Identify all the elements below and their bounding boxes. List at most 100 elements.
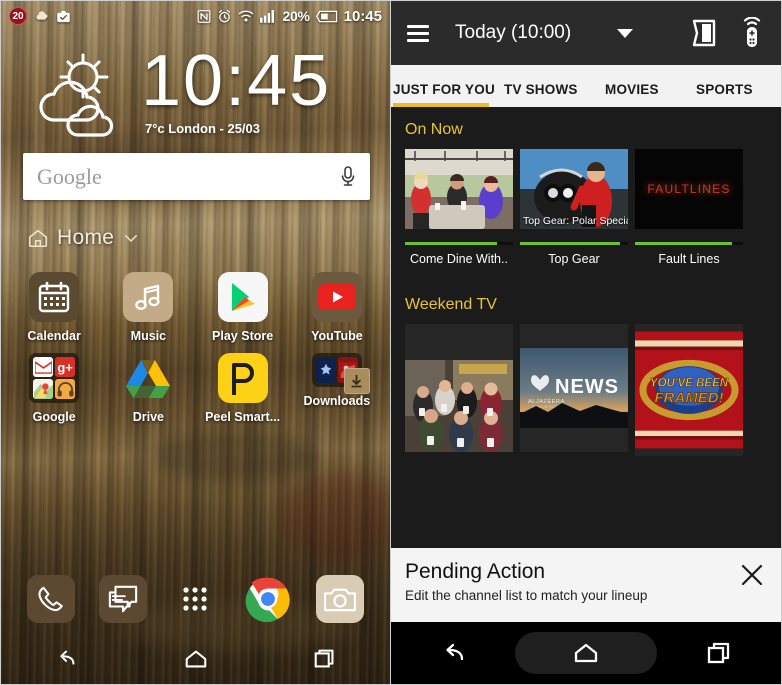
partly-cloudy-icon xyxy=(39,53,114,137)
card-overlay-text: FAULTLINES xyxy=(647,182,731,196)
app-item-google-folder[interactable]: g+ Google xyxy=(7,343,101,424)
app-label: Google xyxy=(32,410,76,424)
app-item-drive[interactable]: Drive xyxy=(101,343,195,424)
nav-back-button[interactable] xyxy=(391,639,515,667)
dock-item-messages[interactable] xyxy=(87,575,159,623)
section-title-weekend-tv: Weekend TV xyxy=(405,296,497,313)
card-thumbnail: FAULTLINES xyxy=(635,149,743,229)
nav-recents-button[interactable] xyxy=(260,646,390,672)
status-bar-left-icons: 20 xyxy=(9,7,71,25)
camera-icon xyxy=(315,575,364,623)
google-drive-icon xyxy=(123,353,173,403)
card-weekend-sitcom[interactable] xyxy=(405,324,513,456)
tab-bar: JUST FOR YOU TV SHOWS MOVIES SPORTS xyxy=(391,65,781,107)
pending-action-title: Pending Action xyxy=(405,560,546,583)
page-indicator[interactable]: Home xyxy=(1,200,390,250)
home-icon xyxy=(574,643,598,663)
nav-recents-button[interactable] xyxy=(657,639,781,667)
dock-item-phone[interactable] xyxy=(15,575,87,623)
weather-subtitle: 7°c London - 25/03 xyxy=(145,121,261,136)
hamburger-menu-icon[interactable] xyxy=(407,24,429,42)
search-input[interactable]: Google xyxy=(37,164,340,190)
card-row-weekend-tv: NEWS ALJAZEERA MEDIA NETWORK YOU'VE BEEN… xyxy=(391,324,781,456)
youtube-icon xyxy=(311,272,362,322)
app-item-music[interactable]: Music xyxy=(101,262,195,343)
chrome-icon xyxy=(244,575,292,623)
app-drawer-icon xyxy=(171,575,219,623)
close-button[interactable] xyxy=(739,562,765,588)
header-title[interactable]: Today (10:00) xyxy=(455,22,571,44)
card-weekend-news[interactable]: NEWS ALJAZEERA MEDIA NETWORK xyxy=(520,324,628,456)
wallpaper-texture xyxy=(281,471,390,561)
app-item-calendar[interactable]: Calendar xyxy=(7,262,101,343)
widget-clock: 10:45 xyxy=(141,41,332,121)
gmail-icon xyxy=(33,357,54,377)
battery-icon xyxy=(315,10,337,22)
remote-control-icon[interactable] xyxy=(739,17,765,49)
chevron-down-icon[interactable] xyxy=(122,229,140,247)
nfc-icon xyxy=(197,9,210,23)
downloads-folder-icon xyxy=(311,353,370,394)
recents-icon xyxy=(314,649,334,668)
card-youve-been-framed[interactable]: YOU'VE BEEN FRAMED! xyxy=(635,324,743,456)
tab-movies[interactable]: MOVIES xyxy=(605,82,659,107)
tab-tv-shows[interactable]: TV SHOWS xyxy=(504,82,578,107)
app-item-youtube[interactable]: YouTube xyxy=(290,262,384,343)
app-label: Play Store xyxy=(212,329,274,343)
svg-text:NEWS: NEWS xyxy=(555,376,619,398)
maps-icon xyxy=(33,379,54,399)
wallpaper-texture xyxy=(151,431,321,481)
card-label: Fault Lines xyxy=(658,252,720,266)
app-label: Peel Smart... xyxy=(205,410,281,424)
sitcom-cast-photo xyxy=(405,360,513,452)
app-label: Calendar xyxy=(27,329,81,343)
card-thumbnail: Top Gear: Polar Special xyxy=(520,149,628,229)
pending-action-message: Edit the channel list to match your line… xyxy=(405,588,648,603)
svg-text:YOU'VE BEEN: YOU'VE BEEN xyxy=(650,377,729,389)
app-row: Calendar Music Play Store YouTube xyxy=(7,262,384,343)
aljazeera-news-photo: NEWS ALJAZEERA MEDIA NETWORK xyxy=(520,348,628,428)
card-top-gear[interactable]: Top Gear: Polar Special Top Gear xyxy=(520,149,628,266)
app-item-peel-smart-remote[interactable]: Peel Smart... xyxy=(196,343,290,424)
nav-home-button[interactable] xyxy=(515,632,657,674)
tv-guide-book-icon[interactable] xyxy=(691,18,717,48)
microphone-icon[interactable] xyxy=(340,165,356,189)
app-label: Downloads xyxy=(303,394,371,408)
back-icon xyxy=(446,643,464,661)
home-pill[interactable] xyxy=(515,632,657,674)
card-overlay-text: Top Gear: Polar Special xyxy=(523,215,628,227)
app-item-downloads-folder[interactable]: Downloads xyxy=(290,343,384,424)
app-label: Drive xyxy=(132,410,165,424)
app-label: YouTube xyxy=(311,329,363,343)
notification-badge-icon: 20 xyxy=(9,7,27,25)
nav-home-button[interactable] xyxy=(131,646,261,672)
section-title-on-now: On Now xyxy=(405,121,463,138)
card-row-on-now: Come Dine With.. Top Gear: Polar Special… xyxy=(391,149,781,266)
status-bar-right-icons: 20% 10:45 xyxy=(197,8,382,25)
wifi-icon xyxy=(238,10,253,22)
dock-item-chrome[interactable] xyxy=(232,575,304,623)
google-search-widget[interactable]: Google xyxy=(1,137,390,200)
card-fault-lines[interactable]: FAULTLINES Fault Lines xyxy=(635,149,743,266)
card-label: Top Gear xyxy=(548,252,600,266)
cloud-icon xyxy=(36,10,48,20)
back-icon xyxy=(60,650,75,665)
app-header: Today (10:00) xyxy=(391,1,781,65)
caret-down-icon[interactable] xyxy=(617,28,634,38)
briefcase-check-icon xyxy=(57,10,70,22)
battery-percent-label: 20% xyxy=(282,8,310,24)
dock-item-app-drawer[interactable] xyxy=(159,575,231,623)
content-area[interactable]: On Now Come Dine With.. Top Gear: Polar … xyxy=(391,107,781,545)
google-search-bar[interactable]: Google xyxy=(23,153,370,200)
youve-been-framed-logo: YOU'VE BEEN FRAMED! xyxy=(635,331,743,449)
card-come-dine-with[interactable]: Come Dine With.. xyxy=(405,149,513,266)
dock-item-camera[interactable] xyxy=(304,575,376,623)
weather-clock-widget[interactable]: 10:45 7°c London - 25/03 xyxy=(1,31,390,137)
dock xyxy=(1,566,390,632)
nav-back-button[interactable] xyxy=(1,646,131,672)
navigation-bar xyxy=(391,622,781,684)
tab-sports[interactable]: SPORTS xyxy=(696,82,753,107)
card-thumbnail: NEWS ALJAZEERA MEDIA NETWORK xyxy=(520,324,628,452)
dinner-party-photo xyxy=(405,149,513,229)
app-item-play-store[interactable]: Play Store xyxy=(196,262,290,343)
